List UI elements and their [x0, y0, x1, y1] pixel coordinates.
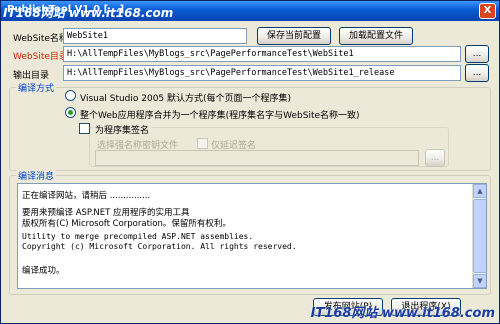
save-config-button[interactable]: 保存当前配置 — [257, 27, 331, 45]
log-line: Utility to merge precompiled ASP.NET ass… — [22, 232, 254, 241]
compile-log-title: 编译消息 — [16, 169, 57, 182]
option-default-label[interactable]: Visual Studio 2005 默认方式(每个页面一个程序集) — [80, 91, 291, 104]
output-dir-field[interactable]: H:\AllTempFiles\MyBlogs_src\PagePerforma… — [63, 65, 461, 81]
load-config-button[interactable]: 加载配置文件 — [339, 27, 413, 45]
scroll-up-icon[interactable]: ▲ — [473, 184, 486, 198]
compile-mode-title: 编译方式 — [16, 81, 57, 94]
log-line: 正在编译网站，请稍后 ............... — [22, 191, 151, 201]
compile-log[interactable]: 正在编译网站，请稍后 ............... 要用来预编译 ASP.NE… — [17, 183, 487, 289]
log-line: 版权所有(C) Microsoft Corporation。保留所有权利。 — [22, 219, 231, 229]
main-window: PublishTool V1.0 [...] X IT168网站 www.it1… — [0, 0, 500, 324]
website-name-label: WebSite名称 — [13, 34, 68, 44]
watermark-top: IT168网站 www.it168.com — [3, 6, 174, 20]
scroll-thumb[interactable] — [473, 199, 486, 273]
output-dir-browse-button[interactable]: ... — [465, 64, 489, 82]
delay-sign-checkbox[interactable] — [197, 138, 208, 149]
option-merge-label[interactable]: 整个Web应用程序合并为一个程序集(程序集名字与WebSite名称一致) — [80, 108, 360, 121]
sign-assembly-checkbox[interactable] — [79, 123, 90, 134]
close-icon[interactable]: X — [479, 3, 496, 19]
output-dir-label: 输出目录 — [13, 71, 50, 81]
keyfile-field[interactable] — [95, 150, 419, 166]
scroll-down-icon[interactable]: ▼ — [473, 274, 486, 288]
keyfile-browse-button[interactable]: ... — [425, 149, 445, 167]
watermark-bottom: IT168网站 www.it168.com — [310, 306, 495, 321]
sign-assembly-label[interactable]: 为程序集签名 — [93, 123, 152, 136]
website-dir-field[interactable]: H:\AllTempFiles\MyBlogs_src\PagePerforma… — [63, 46, 461, 62]
website-dir-browse-button[interactable]: ... — [465, 45, 489, 63]
website-name-field[interactable]: WebSite1 — [63, 28, 247, 44]
log-scrollbar[interactable]: ▲ ▼ — [472, 184, 486, 288]
radio-merge-mode[interactable] — [65, 107, 76, 118]
log-line: 编译成功。 — [22, 266, 65, 276]
log-line: Copyright (c) Microsoft Corporation. All… — [22, 242, 297, 251]
radio-default-mode[interactable] — [65, 90, 76, 101]
website-dir-label: WebSite目录 — [13, 52, 68, 62]
